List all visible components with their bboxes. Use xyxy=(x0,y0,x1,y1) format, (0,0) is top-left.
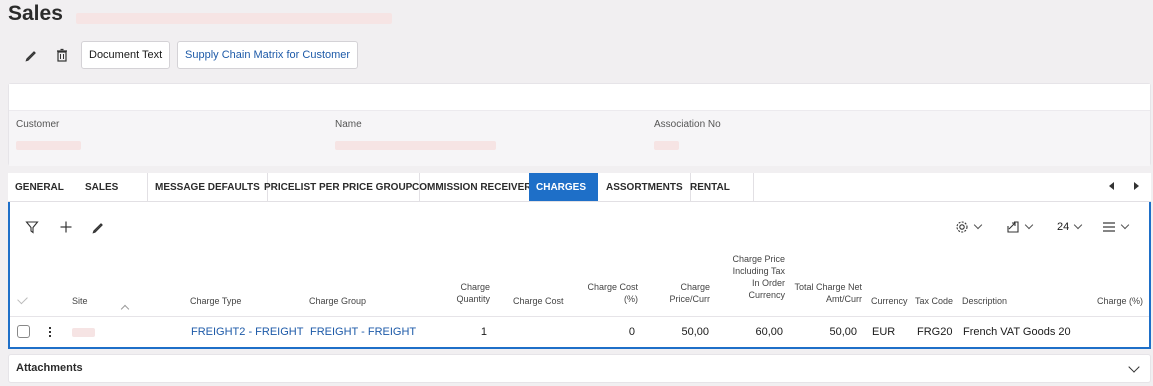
document-text-button[interactable]: Document Text xyxy=(81,41,171,69)
charge-cost-pct-cell: 0 xyxy=(628,326,635,338)
tab-bar: GENERAL SALES MESSAGE DEFAULTS PRICELIST… xyxy=(8,173,1151,202)
column-header-currency[interactable]: Currency xyxy=(871,295,908,307)
column-header-line: Price/Curr xyxy=(669,294,710,304)
chevron-down-icon xyxy=(973,220,983,230)
gear-icon xyxy=(956,221,968,233)
column-header-charge-group[interactable]: Charge Group xyxy=(309,295,366,307)
column-header-line: Charge xyxy=(460,282,490,292)
description-cell: French VAT Goods 20 xyxy=(963,326,1071,338)
charge-group-cell[interactable]: FREIGHT - FREIGHT xyxy=(310,325,416,339)
column-header-line: Charge Cost xyxy=(587,282,638,292)
tab-scroll-right-icon[interactable] xyxy=(1134,182,1139,190)
tab-assortments[interactable]: ASSORTMENTS xyxy=(599,173,691,201)
tab-sales[interactable]: SALES xyxy=(78,173,148,201)
density-menu[interactable] xyxy=(1102,219,1130,235)
name-value xyxy=(335,141,496,150)
tab-commission-receiver[interactable]: COMMISSION RECEIVER xyxy=(405,173,538,201)
column-header-line: Charge Price xyxy=(732,254,785,264)
column-header-line: In Order xyxy=(751,278,785,288)
column-header-charge-price-incl-tax[interactable]: Charge Price Including Tax In Order Curr… xyxy=(715,253,785,301)
density-icon xyxy=(1103,222,1115,232)
customer-label: Customer xyxy=(16,119,60,130)
supply-chain-matrix-button[interactable]: Supply Chain Matrix for Customer xyxy=(177,41,359,69)
row-checkbox[interactable] xyxy=(17,325,30,338)
column-header-line: Quantity xyxy=(456,294,490,304)
column-header-line: (%) xyxy=(624,294,638,304)
chevron-down-icon xyxy=(1120,220,1130,230)
column-header-charge-price[interactable]: Charge Price/Curr xyxy=(650,281,710,305)
association-no-label: Association No xyxy=(654,119,721,130)
row-menu-icon[interactable] xyxy=(47,325,53,339)
settings-menu[interactable] xyxy=(955,219,983,235)
column-header-tax-code[interactable]: Tax Code xyxy=(915,295,953,307)
column-header-charge-cost[interactable]: Charge Cost xyxy=(513,295,564,307)
name-label: Name xyxy=(335,119,362,130)
chevron-down-icon xyxy=(1074,220,1083,230)
filter-icon[interactable] xyxy=(22,217,42,237)
add-icon[interactable] xyxy=(56,217,76,237)
tab-scroll-left-icon[interactable] xyxy=(1109,182,1114,190)
column-header-line: Amt/Curr xyxy=(826,294,862,304)
customer-value xyxy=(16,141,81,150)
tab-general[interactable]: GENERAL xyxy=(8,173,71,201)
column-header-site[interactable]: Site xyxy=(72,295,88,307)
delete-icon[interactable] xyxy=(52,45,72,65)
header-card-body xyxy=(9,111,1150,166)
charge-price-cell: 50,00 xyxy=(681,326,709,338)
total-charge-net-cell: 50,00 xyxy=(829,326,857,338)
column-header-line: Including Tax xyxy=(732,266,785,276)
tax-code-cell: FRG20 xyxy=(917,326,953,338)
title-placeholder xyxy=(76,13,392,24)
tab-message-defaults[interactable]: MESSAGE DEFAULTS xyxy=(148,173,268,201)
column-header-charge-quantity[interactable]: Charge Quantity xyxy=(440,281,490,305)
edit-icon[interactable] xyxy=(21,45,41,65)
page-size-value: 24 xyxy=(1057,221,1070,233)
edit-row-icon[interactable] xyxy=(88,217,108,237)
charge-price-incl-tax-cell: 60,00 xyxy=(755,326,783,338)
column-header-total-charge-net[interactable]: Total Charge Net Amt/Curr xyxy=(785,281,862,305)
export-menu[interactable] xyxy=(1006,219,1034,235)
chevron-down-icon[interactable] xyxy=(1128,361,1140,373)
column-header-line: Currency xyxy=(748,290,785,300)
column-header-charge-pct[interactable]: Charge (%) xyxy=(1085,295,1143,307)
tab-charges[interactable]: CHARGES xyxy=(529,173,598,201)
page-size-select[interactable]: 24 xyxy=(1057,219,1083,235)
association-no-value xyxy=(654,141,679,150)
header-card-top xyxy=(9,84,1150,111)
row-divider xyxy=(10,316,1149,317)
currency-cell: EUR xyxy=(872,326,896,338)
tab-rental[interactable]: RENTAL xyxy=(683,173,754,201)
charge-quantity-cell: 1 xyxy=(480,326,487,338)
column-header-charge-cost-pct[interactable]: Charge Cost (%) xyxy=(578,281,638,305)
page-title: Sales xyxy=(8,2,63,25)
tab-pricelist-per-price-group[interactable]: PRICELIST PER PRICE GROUP xyxy=(257,173,421,201)
column-header-charge-type[interactable]: Charge Type xyxy=(190,295,241,307)
chevron-down-icon xyxy=(1024,220,1034,230)
site-value xyxy=(72,328,95,337)
header-card xyxy=(8,83,1151,166)
column-header-line: Charge xyxy=(680,282,710,292)
attachments-section[interactable]: Attachments xyxy=(8,354,1151,383)
column-header-description[interactable]: Description xyxy=(962,295,1007,307)
column-header-line: Total Charge Net xyxy=(794,282,862,292)
attachments-label: Attachments xyxy=(16,362,83,374)
charge-type-cell[interactable]: FREIGHT2 - FREIGHT xyxy=(191,325,303,339)
export-icon xyxy=(1007,221,1019,233)
